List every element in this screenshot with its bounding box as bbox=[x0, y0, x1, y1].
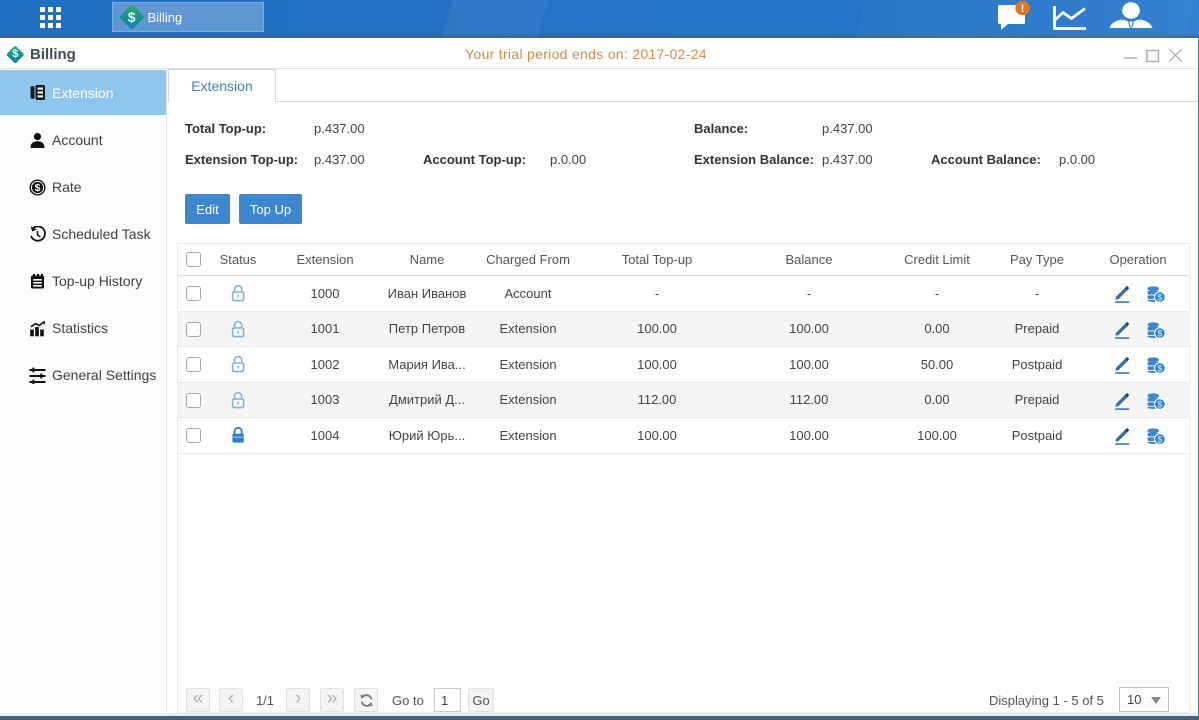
svg-text:$: $ bbox=[1157, 434, 1162, 444]
svg-text:$: $ bbox=[1157, 399, 1162, 409]
svg-text:$: $ bbox=[1157, 292, 1162, 302]
svg-text:!: ! bbox=[1021, 3, 1025, 15]
svg-text:$: $ bbox=[1157, 328, 1162, 338]
svg-text:$: $ bbox=[1157, 363, 1162, 373]
svg-text:$: $ bbox=[35, 182, 41, 194]
